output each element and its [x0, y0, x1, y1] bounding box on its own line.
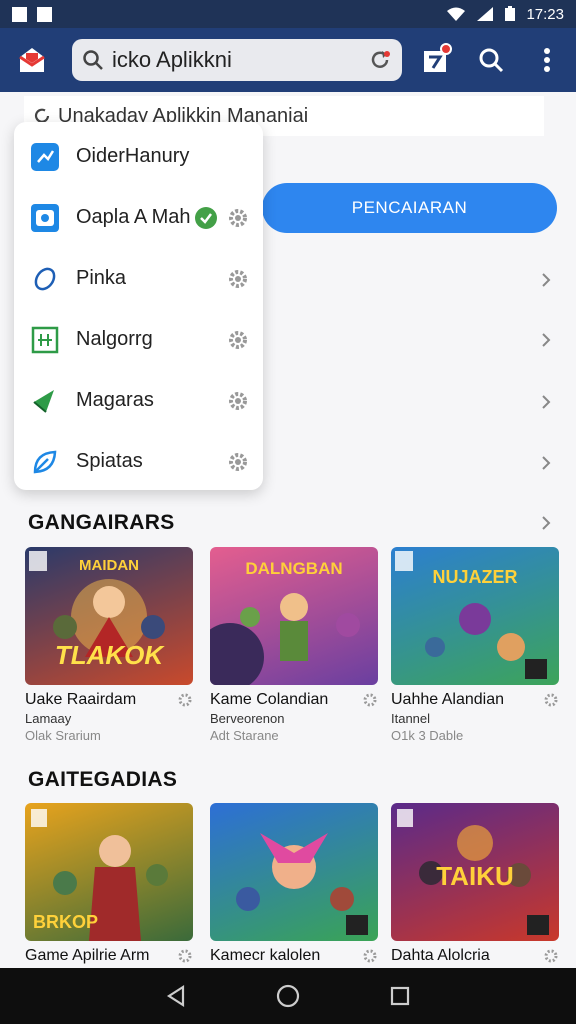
status-bar: 17:23: [0, 0, 576, 28]
menu-item-label: Magaras: [76, 389, 154, 411]
app-bar: [0, 28, 576, 92]
notifications-button[interactable]: [420, 43, 452, 75]
game-card[interactable]: Kamecr kalolen: [210, 803, 378, 965]
status-time: 17:23: [526, 5, 564, 23]
refresh-icon: [371, 51, 390, 68]
game-card[interactable]: MAIDAN TLAKOK Uake Raairdam Lamaay Olak …: [25, 547, 193, 743]
gear-icon[interactable]: [543, 692, 559, 708]
recents-icon[interactable]: [389, 985, 411, 1007]
game-subtitle: Itannel: [391, 711, 431, 726]
game-thumbnail: TAIKU: [391, 803, 559, 941]
home-icon[interactable]: [276, 984, 300, 1008]
menu-item-oapla[interactable]: Oapla A Mah: [14, 187, 263, 248]
battery-icon: [505, 6, 516, 21]
menu-item-orderhanury[interactable]: OiderHanury: [14, 126, 263, 187]
menu-item-label: Nalgorrg: [76, 328, 153, 350]
game-card[interactable]: TAIKU Dahta Alolcria: [391, 803, 559, 965]
game-title: Kame Colandian: [210, 691, 329, 708]
gear-icon[interactable]: [227, 390, 249, 412]
ring-icon: [28, 262, 62, 296]
menu-item-label: Spiatas: [76, 450, 143, 472]
menu-item-label: Pinka: [76, 267, 127, 289]
search-bar[interactable]: [72, 39, 402, 81]
menu-item-label: Oapla A Mah: [76, 206, 191, 228]
face-icon: [28, 201, 62, 235]
gear-icon[interactable]: [362, 948, 378, 964]
game-subtitle: Berveorenon: [210, 711, 285, 726]
gear-icon[interactable]: [177, 948, 193, 964]
chevron-right-icon[interactable]: [538, 515, 554, 531]
gear-icon[interactable]: [227, 451, 249, 473]
game-meta: O1k 3 Dable: [391, 728, 464, 743]
game-art-text: BRKOP: [33, 912, 99, 932]
section-title: GANGAIRARS: [28, 511, 175, 534]
menu-item-nalgorrg[interactable]: Nalgorrg: [14, 309, 263, 370]
download-icon: [37, 6, 52, 22]
gear-icon[interactable]: [177, 692, 193, 708]
game-thumbnail: DALNGBAN: [210, 547, 378, 685]
menu-item-label: OiderHanury: [76, 145, 190, 167]
gear-icon[interactable]: [362, 692, 378, 708]
menu-item-pinka[interactable]: Pinka: [14, 248, 263, 309]
more-vert-icon: [544, 48, 550, 72]
chevron-right-icon[interactable]: [538, 272, 554, 288]
game-title: Uahhe Alandian: [391, 691, 504, 708]
app-dropdown-menu: OiderHanury Oapla A Mah Pinka Nalgorrg M…: [14, 122, 263, 490]
search-action-button[interactable]: PENCAIARAN: [262, 183, 557, 233]
menu-item-spiatas[interactable]: Spiatas: [14, 431, 263, 492]
game-art-top-text: DALNGBAN: [245, 559, 343, 578]
game-title: Kamecr kalolen: [210, 947, 321, 964]
game-title: Uake Raairdam: [25, 691, 137, 708]
gear-icon[interactable]: [227, 329, 249, 351]
mail-logo-icon: [19, 48, 45, 72]
game-thumbnail: BRKOP: [25, 803, 193, 941]
game-title: Dahta Alolcria: [391, 947, 490, 964]
chevron-right-icon[interactable]: [538, 394, 554, 410]
game-meta: Adt Starane: [210, 728, 279, 743]
menu-item-magaras[interactable]: Magaras: [14, 370, 263, 431]
wifi-icon: [447, 7, 466, 21]
app-logo[interactable]: [14, 42, 50, 78]
notification-icon: [12, 6, 27, 22]
tools-icon: [28, 140, 62, 174]
leaf-icon: [28, 445, 62, 479]
game-meta: Olak Srarium: [25, 728, 101, 743]
game-card[interactable]: DALNGBAN Kame Colandian Berveorenon Adt …: [210, 547, 378, 743]
game-art-text: TAIKU: [436, 861, 514, 891]
gear-icon[interactable]: [227, 268, 249, 290]
chevron-right-icon[interactable]: [538, 455, 554, 471]
magnifier-icon: [479, 48, 504, 73]
notification-badge: [440, 43, 452, 55]
gear-icon[interactable]: [227, 207, 249, 229]
game-card[interactable]: NUJAZER Uahhe Alandian Itannel O1k 3 Dab…: [391, 547, 559, 743]
section-title: GAITEGADIAS: [28, 768, 178, 791]
checkmark-icon: [194, 206, 217, 229]
game-thumbnail: MAIDAN TLAKOK: [25, 547, 193, 685]
game-thumbnail: [210, 803, 378, 941]
chevron-right-icon[interactable]: [538, 332, 554, 348]
gear-icon[interactable]: [543, 948, 559, 964]
back-icon[interactable]: [165, 984, 187, 1008]
game-thumbnail: NUJAZER: [391, 547, 559, 685]
flag-icon: [28, 384, 62, 418]
game-art-text: TLAKOK: [54, 640, 164, 670]
game-card[interactable]: BRKOP Game Apilrie Arm: [25, 803, 193, 965]
refresh-button[interactable]: [368, 48, 392, 72]
game-title: Game Apilrie Arm: [25, 947, 150, 964]
more-options-button[interactable]: [532, 45, 562, 75]
game-subtitle: Lamaay: [25, 711, 72, 726]
grid-icon: [28, 323, 62, 357]
system-nav-bar: [0, 968, 576, 1024]
search-button[interactable]: [476, 45, 506, 75]
game-art-top-text: MAIDAN: [79, 557, 139, 574]
game-art: [236, 833, 368, 935]
signal-icon: [477, 7, 494, 21]
search-icon: [83, 50, 103, 70]
game-art-top-text: NUJAZER: [432, 567, 518, 587]
search-input[interactable]: [112, 47, 352, 73]
